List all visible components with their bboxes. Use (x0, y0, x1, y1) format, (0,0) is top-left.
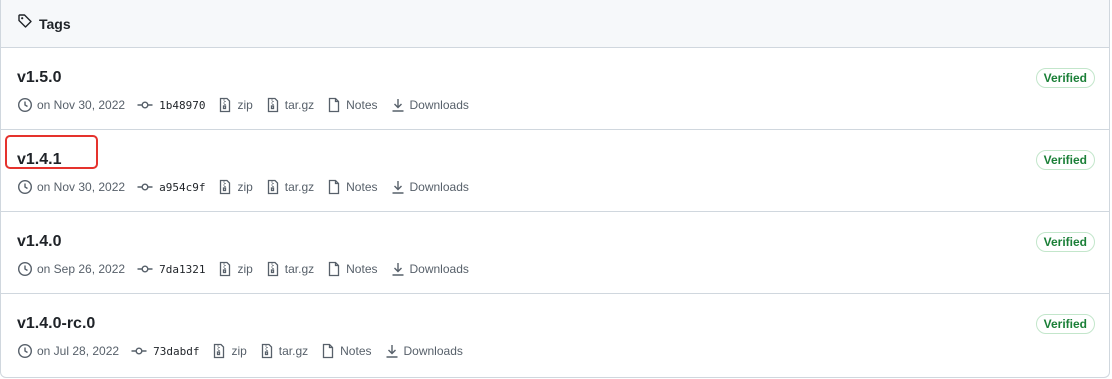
verified-badge[interactable]: Verified (1035, 68, 1095, 88)
tag-meta: on Nov 30, 2022 1b48970 zip tar.gz Notes… (17, 95, 481, 115)
tags-header: Tags (1, 0, 1109, 48)
tag-icon (17, 13, 33, 34)
commit-icon (137, 183, 153, 191)
commit-link[interactable]: a954c9f (137, 179, 205, 195)
commit-sha[interactable]: 7da1321 (159, 263, 205, 276)
clock-icon (17, 261, 33, 277)
tag-row: v1.4.1 on Nov 30, 2022 a954c9f zip tar.g… (1, 130, 1109, 212)
zip-link[interactable]: zip (217, 97, 253, 113)
tag-row: v1.4.0 on Sep 26, 2022 7da1321 zip tar.g… (1, 212, 1109, 294)
tag-date: on Sep 26, 2022 (17, 261, 125, 277)
commit-sha[interactable]: a954c9f (159, 181, 205, 194)
file-zip-icon (267, 97, 278, 113)
verified-badge[interactable]: Verified (1035, 232, 1095, 252)
commit-link[interactable]: 73dabdf (131, 343, 199, 359)
tag-date: on Nov 30, 2022 (17, 97, 125, 113)
tag-meta: on Nov 30, 2022 a954c9f zip tar.gz Notes… (17, 177, 481, 197)
tag-row: v1.4.0-rc.0 on Jul 28, 2022 73dabdf zip … (1, 294, 1109, 376)
file-zip-icon (267, 179, 278, 195)
tag-date: on Jul 28, 2022 (17, 343, 119, 359)
zip-link[interactable]: zip (217, 261, 253, 277)
tar-link[interactable]: tar.gz (265, 179, 314, 195)
zip-link[interactable]: zip (211, 343, 247, 359)
page-title: Tags (39, 15, 71, 32)
verified-badge[interactable]: Verified (1035, 314, 1095, 334)
commit-link[interactable]: 7da1321 (137, 261, 205, 277)
file-icon (322, 343, 334, 359)
commit-sha[interactable]: 1b48970 (159, 99, 205, 112)
tar-link[interactable]: tar.gz (259, 343, 308, 359)
commit-sha[interactable]: 73dabdf (153, 345, 199, 358)
file-zip-icon (267, 261, 278, 277)
file-zip-icon (220, 97, 231, 113)
download-icon (386, 345, 397, 358)
downloads-link[interactable]: Downloads (384, 343, 463, 359)
file-zip-icon (261, 343, 272, 359)
download-icon (392, 99, 403, 112)
download-icon (392, 181, 403, 194)
tag-meta: on Sep 26, 2022 7da1321 zip tar.gz Notes… (17, 259, 481, 279)
file-icon (328, 97, 340, 113)
tags-panel: Tags v1.5.0 on Nov 30, 2022 1b48970 zip … (0, 0, 1110, 378)
downloads-link[interactable]: Downloads (390, 261, 469, 277)
downloads-link[interactable]: Downloads (390, 97, 469, 113)
tag-date: on Nov 30, 2022 (17, 179, 125, 195)
clock-icon (17, 343, 33, 359)
download-icon (392, 263, 403, 276)
file-icon (328, 179, 340, 195)
clock-icon (17, 179, 33, 195)
zip-link[interactable]: zip (217, 179, 253, 195)
file-zip-icon (220, 261, 231, 277)
commit-icon (137, 265, 153, 273)
notes-link[interactable]: Notes (326, 179, 378, 195)
file-icon (328, 261, 340, 277)
commit-link[interactable]: 1b48970 (137, 97, 205, 113)
tag-meta: on Jul 28, 2022 73dabdf zip tar.gz Notes… (17, 341, 475, 361)
clock-icon (17, 97, 33, 113)
notes-link[interactable]: Notes (326, 261, 378, 277)
file-zip-icon (220, 179, 231, 195)
notes-link[interactable]: Notes (326, 97, 378, 113)
tag-name-link[interactable]: v1.4.1 (17, 150, 61, 170)
file-zip-icon (214, 343, 225, 359)
tag-name-link[interactable]: v1.4.0-rc.0 (17, 314, 95, 334)
downloads-link[interactable]: Downloads (390, 179, 469, 195)
tag-name-link[interactable]: v1.4.0 (17, 232, 61, 252)
commit-icon (131, 347, 147, 355)
notes-link[interactable]: Notes (320, 343, 372, 359)
tag-row: v1.5.0 on Nov 30, 2022 1b48970 zip tar.g… (1, 48, 1109, 130)
tag-name-link[interactable]: v1.5.0 (17, 68, 61, 88)
commit-icon (137, 101, 153, 109)
verified-badge[interactable]: Verified (1035, 150, 1095, 170)
tar-link[interactable]: tar.gz (265, 97, 314, 113)
tar-link[interactable]: tar.gz (265, 261, 314, 277)
